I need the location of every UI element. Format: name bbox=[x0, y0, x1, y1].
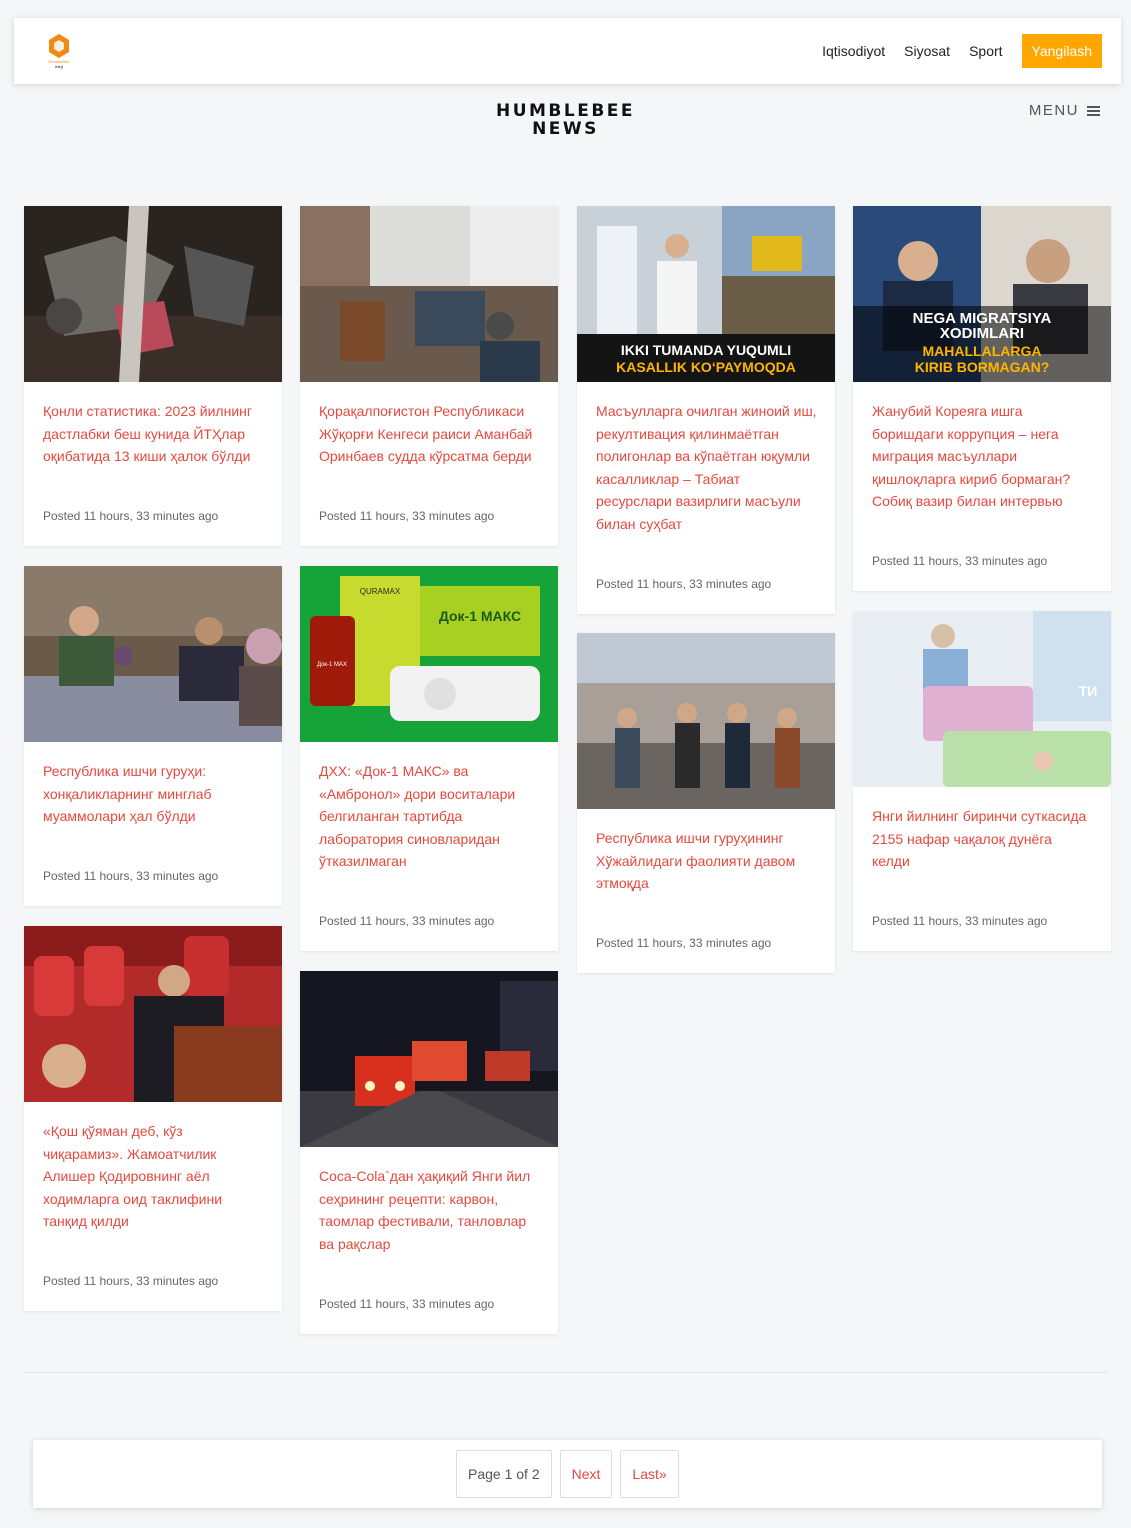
site-brand[interactable]: HUMBLEBEE NEWS bbox=[0, 102, 1131, 138]
article-title[interactable]: Қорақалпоғистон Республикаси Жўқорғи Кен… bbox=[300, 382, 558, 468]
article-thumbnail[interactable] bbox=[24, 206, 282, 382]
next-page-button[interactable]: Next bbox=[559, 1450, 613, 1498]
posted-time: Posted 11 hours, 33 minutes ago bbox=[43, 1274, 219, 1288]
article-card[interactable]: Республика ишчи гуруҳининг Хўжайлидаги ф… bbox=[577, 633, 835, 973]
pagination: Page 1 of 2 Next Last» bbox=[456, 1450, 687, 1498]
posted-time: Posted 11 hours, 33 minutes ago bbox=[872, 554, 1048, 568]
menu-toggle[interactable]: MENU bbox=[1029, 102, 1100, 119]
article-card[interactable]: Қорақалпоғистон Республикаси Жўқорғи Кен… bbox=[300, 206, 558, 546]
article-card[interactable]: «Қош қўяман деб, кўз чиқарамиз». Жамоатч… bbox=[24, 926, 282, 1311]
divider bbox=[24, 1372, 1107, 1373]
svg-text:QURAMAX: QURAMAX bbox=[360, 587, 401, 596]
nav-item-sport[interactable]: Sport bbox=[969, 43, 1002, 59]
article-title[interactable]: Республика ишчи гуруҳининг Хўжайлидаги ф… bbox=[577, 809, 835, 895]
article-title[interactable]: Жанубий Кореяга ишга боришдаги коррупция… bbox=[853, 382, 1111, 513]
svg-text:Док-1 MAX: Док-1 MAX bbox=[317, 662, 347, 668]
article-thumbnail[interactable]: QURAMAX Док-1 MAX Док-1 МАКС bbox=[300, 566, 558, 742]
article-card[interactable]: TИ Янги йилнинг биринчи суткасида 2155 н… bbox=[853, 611, 1111, 951]
page-info: Page 1 of 2 bbox=[456, 1450, 552, 1498]
article-title[interactable]: Масъулларга очилган жиноий иш, рекултива… bbox=[577, 382, 835, 535]
logo[interactable]: HumbleBee telegi bbox=[44, 32, 74, 70]
nav-item-siyosat[interactable]: Siyosat bbox=[904, 43, 950, 59]
article-card[interactable]: NEGA MIGRATSIYA XODIMLARI MAHALLALARGA K… bbox=[853, 206, 1111, 591]
brand-line-1: HUMBLEBEE bbox=[495, 101, 636, 121]
svg-text:TИ: TИ bbox=[1079, 683, 1098, 699]
pagination-bar: Page 1 of 2 Next Last» bbox=[33, 1440, 1102, 1508]
article-thumbnail[interactable]: NEGA MIGRATSIYA XODIMLARI MAHALLALARGA K… bbox=[853, 206, 1111, 382]
article-card[interactable]: QURAMAX Док-1 MAX Док-1 МАКС ДХХ: «Док-1… bbox=[300, 566, 558, 951]
article-title[interactable]: Янги йилнинг биринчи суткасида 2155 нафа… bbox=[853, 787, 1111, 873]
brand-line-2: NEWS bbox=[532, 119, 599, 139]
article-thumbnail[interactable] bbox=[300, 206, 558, 382]
article-title[interactable]: Coca-Cola`дан ҳақиқий Янги йил сеҳрининг… bbox=[300, 1147, 558, 1255]
article-card[interactable]: Coca-Cola`дан ҳақиқий Янги йил сеҳрининг… bbox=[300, 971, 558, 1334]
svg-text:XODIMLARI: XODIMLARI bbox=[940, 325, 1024, 342]
article-title[interactable]: «Қош қўяман деб, кўз чиқарамиз». Жамоатч… bbox=[24, 1102, 282, 1233]
article-thumbnail[interactable] bbox=[300, 971, 558, 1147]
posted-time: Posted 11 hours, 33 minutes ago bbox=[872, 914, 1048, 928]
article-thumbnail[interactable] bbox=[24, 926, 282, 1102]
posted-time: Posted 11 hours, 33 minutes ago bbox=[596, 936, 772, 950]
svg-text:KASALLIK KO‘PAYMOQDA: KASALLIK KO‘PAYMOQDA bbox=[616, 359, 796, 375]
article-card[interactable]: Қонли статистика: 2023 йилнинг дастлабки… bbox=[24, 206, 282, 546]
logo-icon: HumbleBee telegi bbox=[49, 34, 71, 69]
posted-time: Posted 11 hours, 33 minutes ago bbox=[596, 577, 772, 591]
main-nav: Iqtisodiyot Siyosat Sport Yangilash bbox=[803, 34, 1102, 68]
article-thumbnail[interactable]: IKKI TUMANDA YUQUMLI KASALLIK KO‘PAYMOQD… bbox=[577, 206, 835, 382]
article-thumbnail[interactable] bbox=[24, 566, 282, 742]
posted-time: Posted 11 hours, 33 minutes ago bbox=[319, 1297, 495, 1311]
last-page-button[interactable]: Last» bbox=[620, 1450, 679, 1498]
article-title[interactable]: Қонли статистика: 2023 йилнинг дастлабки… bbox=[24, 382, 282, 468]
article-title[interactable]: Республика ишчи гуруҳи: хонқаликларнинг … bbox=[24, 742, 282, 828]
posted-time: Posted 11 hours, 33 minutes ago bbox=[43, 869, 219, 883]
posted-time: Posted 11 hours, 33 minutes ago bbox=[43, 509, 219, 523]
svg-text:Док-1 МАКС: Док-1 МАКС bbox=[439, 608, 521, 624]
top-navbar: HumbleBee telegi Iqtisodiyot Siyosat Spo… bbox=[14, 18, 1121, 84]
yangilash-button[interactable]: Yangilash bbox=[1021, 34, 1102, 68]
article-thumbnail[interactable] bbox=[577, 633, 835, 809]
article-card[interactable]: IKKI TUMANDA YUQUMLI KASALLIK KO‘PAYMOQD… bbox=[577, 206, 835, 614]
svg-text:IKKI TUMANDA YUQUMLI: IKKI TUMANDA YUQUMLI bbox=[621, 342, 791, 358]
nav-item-iqtisodiyot[interactable]: Iqtisodiyot bbox=[822, 43, 885, 59]
svg-text:MAHALLALARGA: MAHALLALARGA bbox=[923, 343, 1042, 359]
svg-text:HumbleBee: HumbleBee bbox=[49, 59, 71, 64]
hamburger-icon bbox=[1087, 104, 1100, 118]
posted-time: Posted 11 hours, 33 minutes ago bbox=[319, 914, 495, 928]
posted-time: Posted 11 hours, 33 minutes ago bbox=[319, 509, 495, 523]
article-card[interactable]: Республика ишчи гуруҳи: хонқаликларнинг … bbox=[24, 566, 282, 906]
svg-text:telegi: telegi bbox=[55, 65, 64, 69]
article-title[interactable]: ДХХ: «Док-1 МАКС» ва «Амбронол» дори вос… bbox=[300, 742, 558, 873]
menu-label: MENU bbox=[1028, 102, 1079, 119]
article-thumbnail[interactable]: TИ bbox=[853, 611, 1111, 787]
svg-text:KIRIB BORMAGAN?: KIRIB BORMAGAN? bbox=[915, 359, 1050, 375]
